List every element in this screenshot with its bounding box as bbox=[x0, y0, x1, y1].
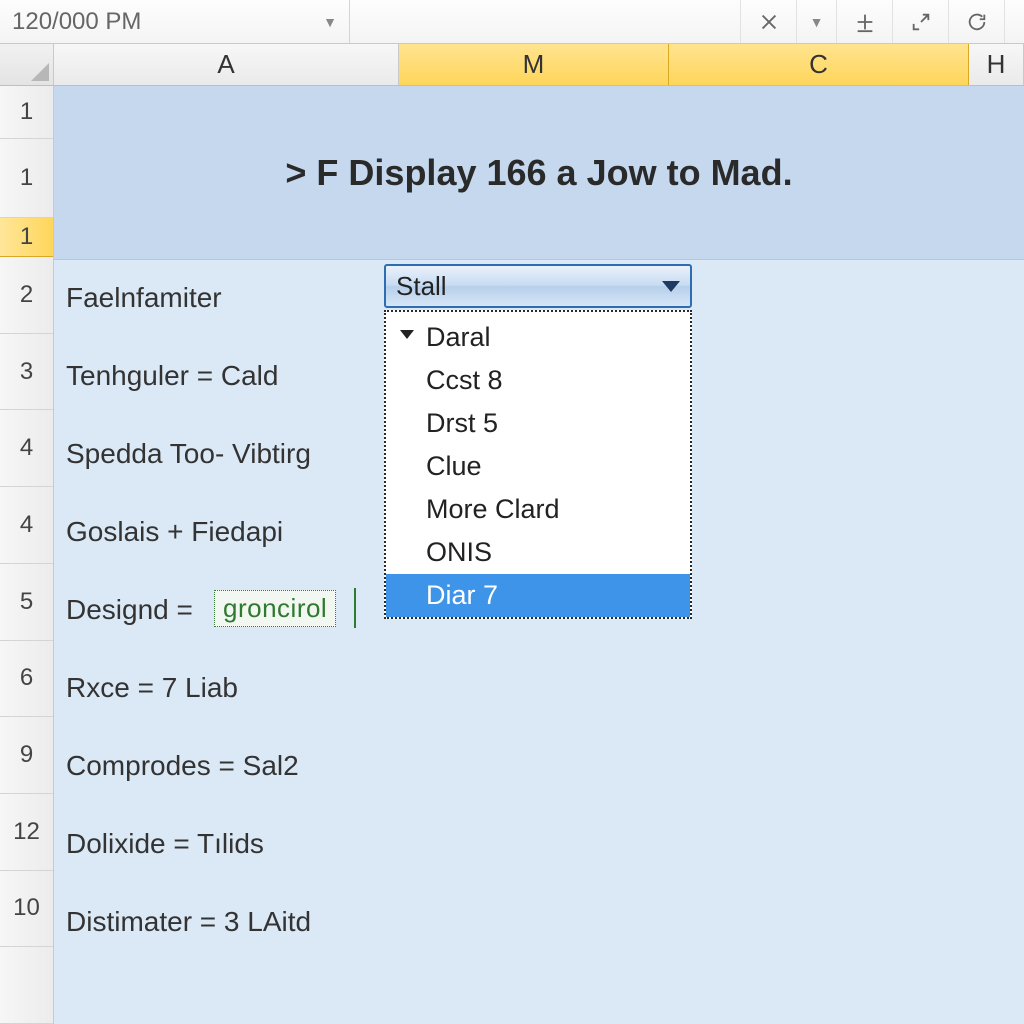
column-label: A bbox=[217, 49, 234, 80]
cell-text: Rxce = 7 Liab bbox=[66, 672, 238, 704]
dropdown-selected-value: Stall bbox=[396, 271, 447, 302]
formula-bar: 120/000 PM ▼ ▼ bbox=[0, 0, 1024, 44]
column-label: H bbox=[987, 49, 1006, 80]
row-header[interactable]: 9 bbox=[0, 717, 53, 794]
title-banner: > F Display 166 a Jow to Mad. bbox=[54, 86, 1024, 260]
column-header-M[interactable]: M bbox=[399, 44, 669, 85]
cell-text: Spedda Too- Vibtirg bbox=[66, 438, 311, 470]
name-box[interactable]: 120/000 PM ▼ bbox=[0, 0, 350, 43]
cell-text: Tenhguler = Cald bbox=[66, 360, 278, 392]
cell-text: Faelnfamiter bbox=[66, 282, 222, 314]
cell-text: Distimater = 3 LAitd bbox=[66, 906, 311, 938]
dropdown-option[interactable]: Diar 7 bbox=[386, 574, 690, 617]
refresh-icon[interactable] bbox=[948, 0, 1004, 43]
chevron-down-icon[interactable]: ▼ bbox=[323, 14, 337, 30]
column-label: M bbox=[523, 49, 545, 80]
row-header[interactable]: 3 bbox=[0, 334, 53, 411]
row-header[interactable]: 1 bbox=[0, 139, 53, 218]
row-header[interactable]: 1 bbox=[0, 86, 53, 139]
chevron-down-icon[interactable]: ▼ bbox=[796, 0, 836, 43]
row-header[interactable]: 1 bbox=[0, 218, 53, 257]
dropdown-option[interactable]: More Clard bbox=[386, 488, 690, 531]
row-header[interactable]: 4 bbox=[0, 487, 53, 564]
name-box-value: 120/000 PM bbox=[12, 8, 141, 36]
cell-text: Goslais + Fiedapi bbox=[66, 516, 283, 548]
column-label: C bbox=[809, 49, 828, 80]
row-header[interactable]: 2 bbox=[0, 257, 53, 334]
row-headers: 11123445691210 bbox=[0, 86, 54, 1024]
dropdown-button[interactable]: Stall bbox=[384, 264, 692, 308]
dropdown-option[interactable]: Daral bbox=[386, 316, 690, 359]
data-validation-dropdown[interactable]: Stall DaralCcst 8Drst 5ClueMore ClardONIS… bbox=[384, 264, 692, 619]
cells-area[interactable]: > F Display 166 a Jow to Mad. Faelnfamit… bbox=[54, 86, 1024, 1024]
row-header[interactable]: 12 bbox=[0, 794, 53, 871]
dropdown-list: DaralCcst 8Drst 5ClueMore ClardONISDiar … bbox=[384, 310, 692, 619]
row-header[interactable]: 4 bbox=[0, 410, 53, 487]
cell-text: Comprodes = Sal2 bbox=[66, 750, 299, 782]
dropdown-option[interactable]: Clue bbox=[386, 445, 690, 488]
row-header[interactable]: 10 bbox=[0, 871, 53, 948]
plus-icon[interactable] bbox=[836, 0, 892, 43]
column-header-C[interactable]: C bbox=[669, 44, 969, 85]
chevron-down-icon bbox=[662, 281, 680, 292]
dropdown-option[interactable]: Ccst 8 bbox=[386, 359, 690, 402]
column-headers: A M C H bbox=[0, 44, 1024, 86]
formula-input[interactable] bbox=[350, 0, 740, 43]
column-header-H[interactable]: H bbox=[969, 44, 1024, 85]
more-icon[interactable] bbox=[1004, 0, 1024, 43]
row-header[interactable]: 6 bbox=[0, 641, 53, 718]
spreadsheet-grid: 11123445691210 > F Display 166 a Jow to … bbox=[0, 86, 1024, 1024]
formula-reference-chip[interactable]: Groncirol bbox=[214, 590, 336, 627]
cell-text: Dolixide = Tılids bbox=[66, 828, 264, 860]
dropdown-option[interactable]: ONIS bbox=[386, 531, 690, 574]
title-banner-text: > F Display 166 a Jow to Mad. bbox=[285, 152, 792, 194]
column-header-A[interactable]: A bbox=[54, 44, 399, 85]
close-icon[interactable] bbox=[740, 0, 796, 43]
dropdown-option[interactable]: Drst 5 bbox=[386, 402, 690, 445]
cell-text: Designd = bbox=[66, 594, 193, 626]
row-header[interactable] bbox=[0, 947, 53, 1024]
row-header[interactable]: 5 bbox=[0, 564, 53, 641]
text-caret bbox=[354, 588, 356, 628]
select-all-corner[interactable] bbox=[0, 44, 54, 85]
expand-icon[interactable] bbox=[892, 0, 948, 43]
